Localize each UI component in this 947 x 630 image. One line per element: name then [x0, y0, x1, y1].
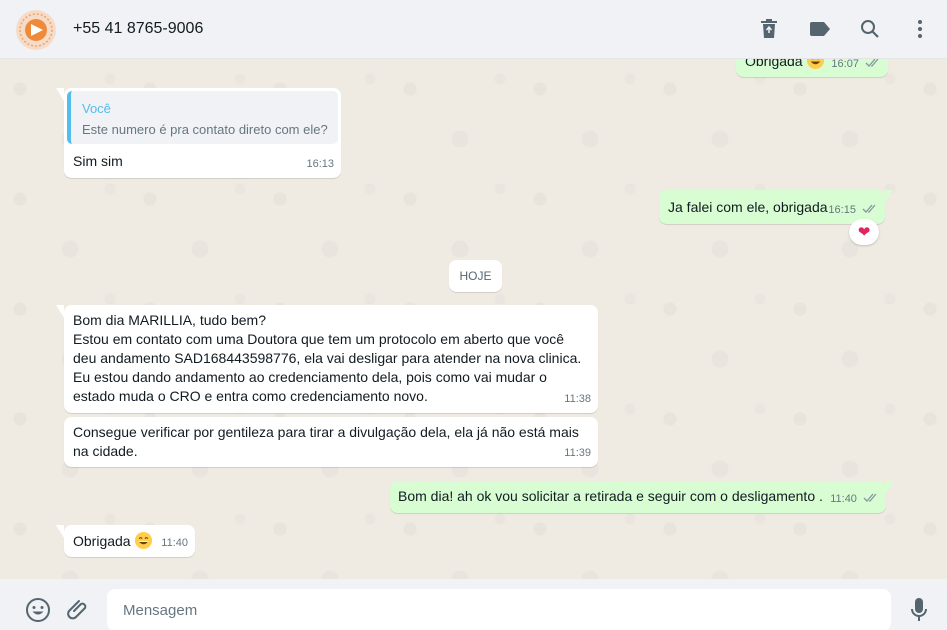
search-icon[interactable] — [858, 17, 882, 41]
chat-header: +55 41 8765-9006 — [0, 0, 947, 59]
message-bubble-incoming[interactable]: Obrigada 11:40 — [56, 525, 195, 557]
bubble-tail — [886, 481, 894, 494]
message-time: 11:40 — [161, 537, 188, 549]
message-line: Bom dia MARILLIA, tudo bem? — [73, 312, 266, 328]
message-input[interactable] — [107, 589, 891, 630]
grinning-face-icon — [135, 531, 153, 550]
message-line: estado muda o CRO e entra como credencia… — [73, 388, 428, 404]
message-text: Obrigada — [745, 59, 803, 69]
message-bubble-outgoing[interactable]: Ja falei com ele, obrigada 16:15 — [659, 190, 893, 224]
message-time: 11:38 — [564, 393, 591, 405]
emoji-icon[interactable] — [25, 597, 51, 623]
message-line: na cidade. — [73, 443, 138, 459]
message-bubble-outgoing[interactable]: Bom dia! ah ok vou solicitar a retirada … — [390, 481, 894, 513]
message-time: 16:07 — [831, 59, 859, 70]
quoted-author: Você — [82, 101, 111, 116]
message-text: Obrigada — [73, 533, 131, 549]
label-icon[interactable] — [808, 17, 832, 41]
composer-bar — [0, 579, 947, 630]
message-line: Eu estou dando andamento ao credenciamen… — [73, 369, 547, 385]
day-divider: HOJE — [449, 260, 502, 292]
grinning-face-icon — [807, 59, 825, 70]
read-ticks-icon — [865, 59, 879, 67]
contact-avatar[interactable] — [16, 10, 56, 50]
message-text: Bom dia! ah ok vou solicitar a retirada … — [398, 488, 823, 504]
message-line: deu andamento SAD168443598776, ela vai d… — [73, 350, 582, 366]
contact-name[interactable]: +55 41 8765-9006 — [73, 20, 203, 38]
message-bubble-outgoing[interactable]: Obrigada 16:07 — [736, 59, 888, 77]
message-time: 16:15 — [828, 204, 856, 216]
bubble-tail — [56, 525, 64, 538]
message-text: Sim sim — [73, 153, 123, 169]
read-ticks-icon — [862, 204, 876, 213]
bubble-tail — [56, 305, 64, 318]
bubble-tail — [885, 190, 893, 203]
microphone-icon[interactable] — [906, 597, 932, 623]
delete-icon[interactable] — [757, 17, 781, 41]
quoted-message[interactable]: Você Este numero é pra contato direto co… — [67, 91, 338, 144]
message-time: 11:39 — [564, 447, 591, 459]
reaction-heart[interactable]: ❤ — [849, 219, 879, 245]
menu-icon[interactable] — [908, 17, 932, 41]
message-bubble-incoming[interactable]: Bom dia MARILLIA, tudo bem? Estou em con… — [56, 305, 598, 413]
message-time: 16:13 — [306, 158, 334, 170]
message-text: Ja falei com ele, obrigada — [668, 199, 828, 215]
message-bubble-incoming[interactable]: Consegue verificar por gentileza para ti… — [64, 417, 598, 467]
message-line: Consegue verificar por gentileza para ti… — [73, 424, 579, 440]
quoted-text: Este numero é pra contato direto com ele… — [82, 122, 328, 137]
message-line: Estou em contato com uma Doutora que tem… — [73, 331, 565, 347]
message-bubble-incoming[interactable]: Você Este numero é pra contato direto co… — [56, 88, 341, 178]
bubble-tail — [56, 88, 64, 101]
attach-icon[interactable] — [66, 597, 92, 623]
message-time: 11:40 — [830, 493, 857, 505]
message-list[interactable]: Obrigada 16:07 Você Este numero é pra co… — [0, 59, 947, 579]
read-ticks-icon — [863, 493, 877, 502]
